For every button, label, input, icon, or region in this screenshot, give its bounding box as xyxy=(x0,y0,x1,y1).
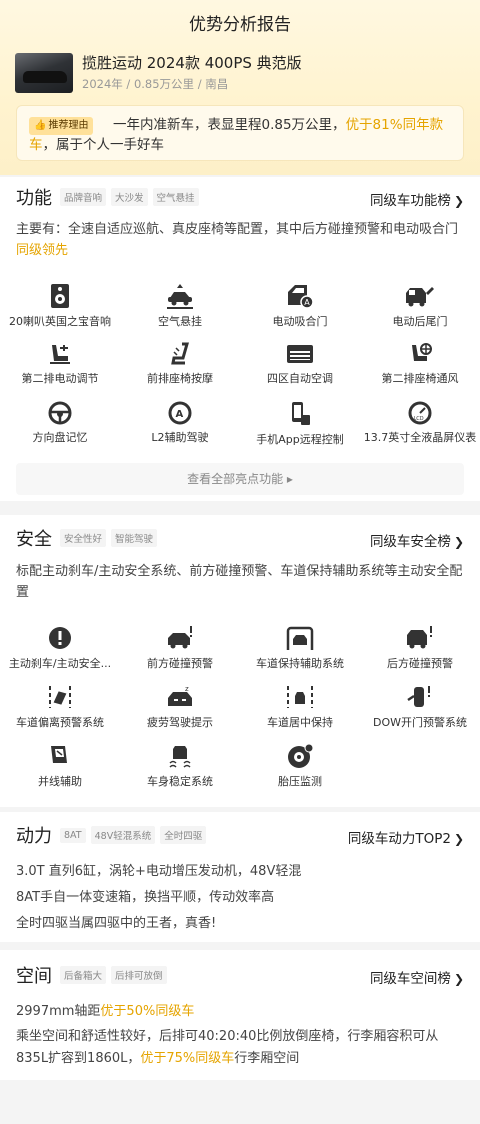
steering-wheel-icon xyxy=(48,401,72,425)
power-line: 3.0T 直列6缸，涡轮+电动增压发动机，48V轻混 xyxy=(16,864,302,879)
fatigue-alert-icon: z xyxy=(168,685,192,706)
safety-item[interactable]: 前方碰撞预警 xyxy=(120,625,240,671)
feature-item[interactable]: 空气悬挂 xyxy=(120,283,240,329)
function-section: 功能 品牌音响 大沙发 空气悬挂 同级车功能榜 ❯ 主要有：全速自适应巡航、真皮座… xyxy=(0,177,480,501)
svg-text:z: z xyxy=(185,685,189,693)
blind-spot-icon xyxy=(51,746,67,763)
tag: 空气悬挂 xyxy=(152,188,199,206)
seat-adjust-icon xyxy=(50,345,70,364)
active-brake-icon xyxy=(49,627,71,649)
power-line: 全时四驱当属四驱中的王者，真香! xyxy=(16,916,217,931)
safety-item[interactable]: 胎压监测 xyxy=(240,743,360,789)
feature-item[interactable]: 前排座椅按摩 xyxy=(120,342,240,386)
seat-ventilation-icon xyxy=(412,343,432,361)
car-thumbnail[interactable] xyxy=(15,53,73,93)
tire-pressure-icon xyxy=(288,743,314,768)
tag: 8AT xyxy=(60,827,86,843)
space-wheelbase: 2997mm轴距优于50%同级车 xyxy=(16,1004,195,1019)
chevron-right-icon: ❯ xyxy=(453,535,464,549)
air-suspension-icon xyxy=(167,284,193,309)
safety-item[interactable]: 车道偏离预警系统 xyxy=(0,684,120,730)
lane-keep-icon xyxy=(286,626,314,650)
car-name: 揽胜运动 2024款 400PS 典范版 xyxy=(82,54,302,72)
section-title: 空间 xyxy=(16,966,52,987)
lane-center-icon xyxy=(287,686,313,708)
chevron-right-icon: ❯ xyxy=(453,832,464,846)
function-header: 功能 品牌音响 大沙发 空气悬挂 xyxy=(16,182,204,212)
space-section: 空间 后备箱大 后排可放倒 同级车空间榜 ❯ 2997mm轴距优于50%同级车 乘… xyxy=(0,950,480,1080)
svg-text:A: A xyxy=(304,298,310,307)
safety-desc: 标配主动刹车/主动安全系统、前方碰撞预警、车道保持辅助系统等主动安全配置 xyxy=(16,564,463,600)
power-tailgate-icon xyxy=(406,287,434,307)
report-header: 优势分析报告 揽胜运动 2024款 400PS 典范版 2024年 / 0.85… xyxy=(0,0,480,175)
feature-item[interactable]: 20喇叭英国之宝音响 xyxy=(0,283,120,329)
tag: 全时四驱 xyxy=(160,826,207,844)
lcd-cluster-icon: LCD xyxy=(408,401,432,425)
page-title: 优势分析报告 xyxy=(189,15,291,35)
rear-collision-icon xyxy=(407,626,432,649)
power-section: 动力 8AT 48V轻混系统 全时四驱 同级车动力TOP2 ❯ 3.0T 直列6缸… xyxy=(0,812,480,942)
thumbs-up-icon: 👍 xyxy=(34,120,47,131)
safety-section: 安全 安全性好 智能驾驶 同级车安全榜 ❯ 标配主动刹车/主动安全系统、前方碰撞预… xyxy=(0,515,480,807)
feature-item[interactable]: A L2辅助驾驶 xyxy=(120,401,240,445)
safety-item[interactable]: DOW开门预警系统 xyxy=(360,684,480,730)
tag: 大沙发 xyxy=(111,188,148,206)
feature-item[interactable]: 第二排座椅通风 xyxy=(360,342,480,386)
section-title: 动力 xyxy=(16,826,52,847)
phone-remote-icon xyxy=(292,402,310,425)
safety-item[interactable]: 车道保持辅助系统 xyxy=(240,625,360,671)
tag: 品牌音响 xyxy=(60,188,107,206)
chevron-right-icon: ❯ xyxy=(453,194,464,208)
driver-assist-icon: A xyxy=(168,401,192,425)
feature-item[interactable]: 方向盘记忆 xyxy=(0,401,120,445)
safety-item[interactable]: z 疲劳驾驶提示 xyxy=(120,684,240,730)
safety-item[interactable]: 车身稳定系统 xyxy=(120,743,240,789)
feature-item[interactable]: 电动后尾门 xyxy=(360,283,480,329)
safety-header: 安全 安全性好 智能驾驶 xyxy=(16,523,162,553)
lane-departure-icon xyxy=(49,686,71,708)
space-desc: 乘坐空间和舒适性较好，后排可40:20:40比例放倒座椅，行李厢容积可从835L… xyxy=(16,1029,439,1066)
car-meta: 2024年 / 0.85万公里 / 南昌 xyxy=(82,77,229,91)
stability-control-icon xyxy=(169,746,191,768)
reason-text: 一年内准新车，表显里程0.85万公里，优于81%同年款车，属于个人一手好车 xyxy=(29,117,444,153)
tag: 后备箱大 xyxy=(60,966,107,984)
recommend-badge: 👍 推荐理由 xyxy=(29,117,94,135)
power-line: 8AT手自一体变速箱，换挡平顺，传动效率高 xyxy=(16,890,275,905)
safety-rank-link[interactable]: 同级车安全榜 ❯ xyxy=(370,530,464,550)
tag: 后排可放倒 xyxy=(111,966,167,984)
space-header: 空间 后备箱大 后排可放倒 xyxy=(16,960,172,990)
front-collision-icon xyxy=(168,626,192,649)
seat-massage-icon xyxy=(171,342,189,365)
feature-item[interactable]: 手机App远程控制 xyxy=(240,401,360,447)
triangle-right-icon: ▸ xyxy=(286,472,293,486)
svg-text:LCD: LCD xyxy=(414,416,424,422)
chevron-right-icon: ❯ xyxy=(453,972,464,986)
function-rank-link[interactable]: 同级车功能榜 ❯ xyxy=(370,189,464,209)
tag: 48V轻混系统 xyxy=(90,826,156,844)
safety-item[interactable]: 主动刹车/主动安全... xyxy=(0,625,120,671)
climate-control-icon xyxy=(287,345,313,363)
section-title: 功能 xyxy=(16,188,52,209)
safety-item[interactable]: 车道居中保持 xyxy=(240,684,360,730)
feature-item[interactable]: A 电动吸合门 xyxy=(240,283,360,329)
feature-item[interactable]: 第二排电动调节 xyxy=(0,342,120,386)
soft-close-door-icon: A xyxy=(288,285,314,309)
power-rank-link[interactable]: 同级车动力TOP2 ❯ xyxy=(348,827,464,847)
feature-item[interactable]: 四区自动空调 xyxy=(240,342,360,386)
tag: 安全性好 xyxy=(60,529,107,547)
function-desc: 主要有：全速自适应巡航、真皮座椅等配置，其中后方碰撞预警和电动吸合门同级领先 xyxy=(16,222,459,258)
safety-item[interactable]: 并线辅助 xyxy=(0,743,120,789)
section-title: 安全 xyxy=(16,529,52,550)
power-header: 动力 8AT 48V轻混系统 全时四驱 xyxy=(16,820,211,850)
svg-text:A: A xyxy=(176,409,184,420)
safety-item[interactable]: 后方碰撞预警 xyxy=(360,625,480,671)
tag: 智能驾驶 xyxy=(111,529,158,547)
space-rank-link[interactable]: 同级车空间榜 ❯ xyxy=(370,967,464,987)
view-all-features-button[interactable]: 查看全部亮点功能 ▸ xyxy=(16,463,464,495)
recommend-reason-card: 一年内准新车，表显里程0.85万公里，优于81%同年款车，属于个人一手好车 👍 推… xyxy=(16,105,464,161)
speaker-icon xyxy=(51,284,69,308)
door-open-warning-icon xyxy=(407,686,430,707)
feature-item[interactable]: LCD 13.7英寸全液晶屏仪表 xyxy=(360,401,480,445)
